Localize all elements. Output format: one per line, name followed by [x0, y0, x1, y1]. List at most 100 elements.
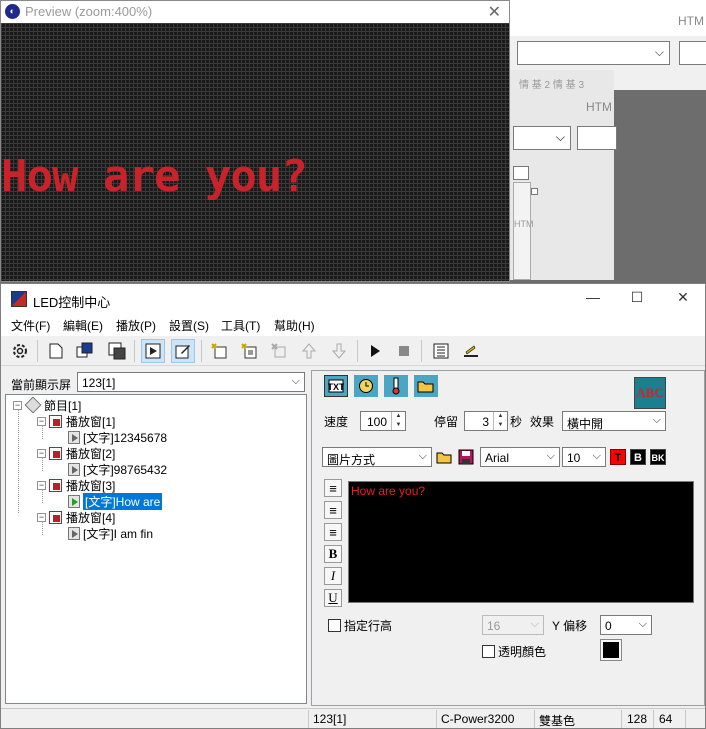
stay-value: 3: [482, 415, 489, 429]
chevron-down-icon: ⌵: [638, 618, 647, 630]
status-screen: 123[1]: [313, 712, 347, 726]
led-preview-text: How are you?: [1, 151, 308, 202]
screen-settings-icon[interactable]: [429, 339, 453, 363]
menu-edit[interactable]: 編輯(E): [63, 317, 103, 334]
tree-window-3[interactable]: − 播放窗[3]: [37, 477, 115, 493]
status-width: 128: [627, 712, 648, 726]
new-file-icon[interactable]: [44, 339, 68, 363]
svg-text:TXT: TXT: [328, 382, 344, 392]
save-icon[interactable]: [456, 447, 476, 467]
effect-select[interactable]: 橫中開 ⌵: [562, 411, 666, 431]
move-up-icon[interactable]: [297, 339, 321, 363]
text-type-icon[interactable]: TXT: [324, 375, 348, 397]
background-dropdown: ⌵: [517, 41, 670, 65]
send-icon[interactable]: [459, 339, 483, 363]
line-height-label: 指定行高: [344, 619, 393, 633]
tree-root-program[interactable]: − 節目[1]: [13, 396, 81, 414]
settings-gear-icon[interactable]: [8, 339, 32, 363]
background-dropdown: ⌵: [513, 126, 571, 150]
tree-text-4[interactable]: [文字]I am fin: [68, 525, 153, 541]
transparent-color-checkbox[interactable]: [482, 645, 495, 658]
add-program-icon[interactable]: [105, 339, 129, 363]
y-offset-label: Y 偏移: [552, 619, 588, 633]
menu-play[interactable]: 播放(P): [116, 317, 156, 334]
open-folder-icon[interactable]: [414, 375, 438, 397]
background-htm-label: HTM: [678, 14, 704, 28]
background-htm-label: HTM: [586, 100, 612, 114]
chevron-down-icon: ⌵: [418, 450, 427, 462]
font-size-select[interactable]: 10 ⌵: [562, 447, 606, 467]
render-mode-select[interactable]: 圖片方式 ⌵: [322, 447, 432, 467]
background-color-button[interactable]: B: [630, 449, 646, 465]
main-titlebar: LED控制中心 — ☐ ✕: [1, 284, 705, 314]
chevron-down-icon: ⌵: [291, 375, 300, 387]
stay-spinner[interactable]: 3 ▲ ▼: [464, 411, 508, 431]
italic-icon[interactable]: I: [324, 567, 342, 585]
chevron-down-icon: ⌵: [654, 45, 664, 59]
close-icon[interactable]: ✕: [488, 2, 501, 22]
clock-type-icon[interactable]: [354, 375, 378, 397]
tree-window-2[interactable]: − 播放窗[2]: [37, 445, 115, 461]
tree-node-label: 播放窗[3]: [66, 478, 116, 493]
tree-node-label: 播放窗[2]: [66, 446, 116, 461]
play-icon[interactable]: [363, 339, 387, 363]
text-properties-panel: TXT ABC 速度 100 ▲ ▼ 停留 3 ▲ ▼ 秒 效果 橫中開 ⌵ 圖…: [311, 370, 705, 706]
background-strip: [509, 0, 706, 36]
align-left-icon[interactable]: ≡: [324, 479, 342, 497]
status-height: 64: [659, 712, 673, 726]
tree-window-4[interactable]: − 播放窗[4]: [37, 509, 115, 525]
abc-logo: ABC: [634, 377, 666, 409]
edit-mode-icon[interactable]: [171, 339, 195, 363]
font-select[interactable]: Arial ⌵: [480, 447, 560, 467]
delete-item-icon[interactable]: [267, 339, 291, 363]
play-window-icon: [49, 414, 62, 428]
backdrop-color-button[interactable]: BK: [650, 449, 666, 465]
tree-window-1[interactable]: − 播放窗[1]: [37, 413, 115, 429]
add-clock-icon[interactable]: [237, 339, 261, 363]
background-input: [679, 41, 706, 65]
led-preview-screen: How are you?: [1, 23, 509, 281]
spinner-arrows-icon[interactable]: ▲ ▼: [493, 412, 507, 430]
play-window-icon: [49, 510, 62, 524]
text-editor[interactable]: How are you?: [348, 481, 694, 603]
menu-help[interactable]: 幫助(H): [274, 317, 315, 334]
move-down-icon[interactable]: [327, 339, 351, 363]
speed-spinner[interactable]: 100 ▲ ▼: [360, 411, 406, 431]
text-color-button[interactable]: T: [610, 449, 626, 465]
tree-text-3-selected[interactable]: [文字]How are: [68, 492, 163, 510]
stop-icon[interactable]: [392, 339, 416, 363]
tree-node-label: [文字]12345678: [83, 430, 168, 445]
chevron-down-icon: ⌵: [555, 130, 565, 144]
menu-file[interactable]: 文件(F): [11, 317, 50, 334]
maximize-button[interactable]: ☐: [617, 289, 657, 309]
tree-node-label: [文字]98765432: [83, 462, 168, 477]
underline-icon[interactable]: U: [324, 589, 342, 607]
line-height-checkbox[interactable]: [328, 619, 341, 632]
y-offset-select[interactable]: 0 ⌵: [600, 615, 652, 635]
bold-icon[interactable]: B: [324, 545, 342, 563]
preview-title: Preview (zoom:400%): [25, 4, 153, 19]
current-screen-select[interactable]: 123[1] ⌵: [77, 372, 305, 392]
open-file-icon[interactable]: [434, 447, 454, 467]
preview-toggle-icon[interactable]: [141, 339, 165, 363]
chevron-down-icon: ⌵: [592, 450, 601, 462]
tree-text-1[interactable]: [文字]12345678: [68, 429, 167, 445]
align-right-icon[interactable]: ≡: [324, 523, 342, 541]
y-offset-value: 0: [605, 619, 612, 633]
app-icon: [11, 291, 27, 307]
align-center-icon[interactable]: ≡: [324, 501, 342, 519]
close-button[interactable]: ✕: [663, 289, 703, 309]
window-title: LED控制中心: [33, 295, 111, 310]
spinner-arrows-icon[interactable]: ▲ ▼: [391, 412, 405, 430]
add-window-icon[interactable]: [73, 339, 97, 363]
temperature-type-icon[interactable]: [384, 375, 408, 397]
add-text-icon[interactable]: [207, 339, 231, 363]
tree-text-2[interactable]: [文字]98765432: [68, 461, 167, 477]
line-height-select[interactable]: 16 ⌵: [482, 615, 544, 635]
menu-tools[interactable]: 工具(T): [221, 317, 260, 334]
tree-node-label: [文字]How are: [83, 492, 163, 510]
menu-settings[interactable]: 設置(S): [169, 317, 209, 334]
transparent-color-swatch[interactable]: [600, 639, 622, 661]
background-panel: HTM: [513, 182, 534, 280]
minimize-button[interactable]: —: [573, 289, 613, 309]
